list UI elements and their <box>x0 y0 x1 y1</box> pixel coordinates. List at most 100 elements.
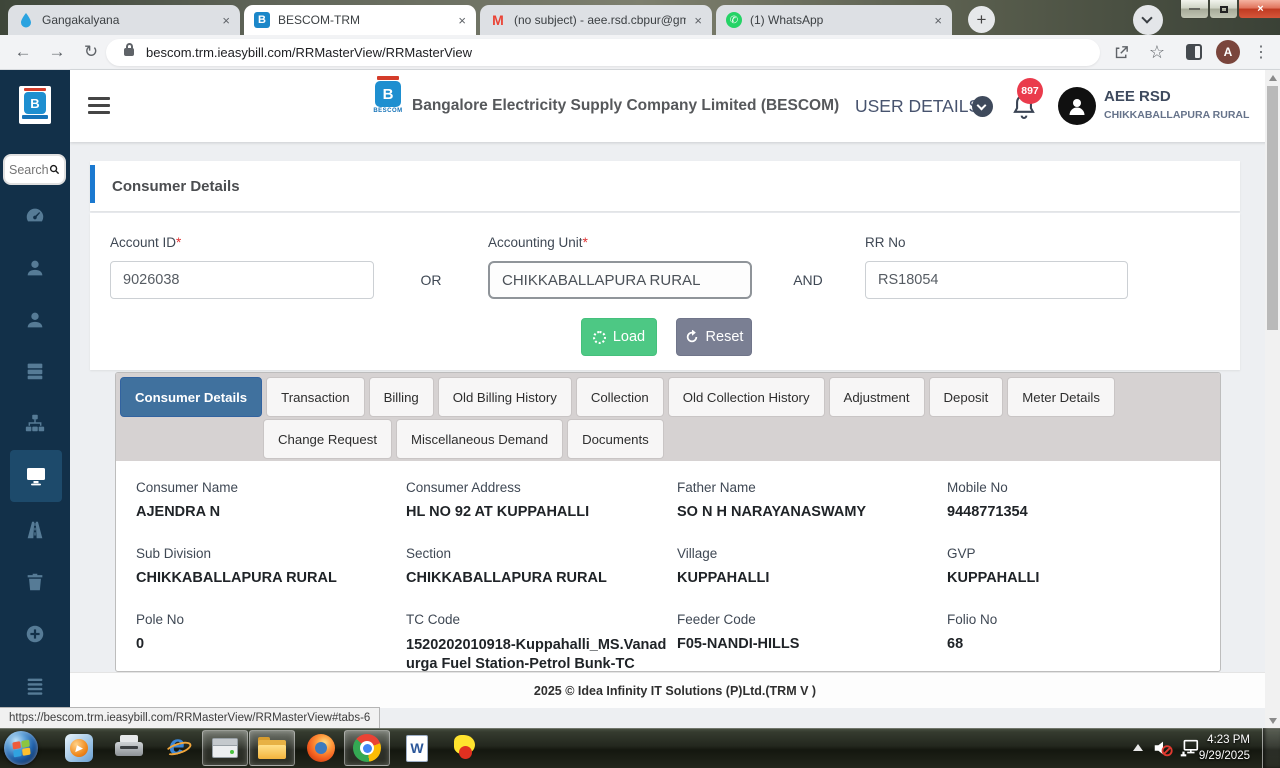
detail-sub-division: Sub Division CHIKKABALLAPURA RURAL <box>136 546 337 586</box>
required-mark: * <box>176 235 182 250</box>
taskbar-internet-explorer[interactable]: e <box>156 729 202 766</box>
taskbar-clock[interactable]: 4:23 PM 9/29/2025 <box>1188 732 1250 766</box>
accounting-unit-input[interactable] <box>488 261 752 299</box>
sidebar-item-list[interactable] <box>0 664 70 708</box>
bookmark-star-icon[interactable]: ☆ <box>1144 35 1170 69</box>
browser-menu-icon[interactable]: ⋮ <box>1248 35 1274 69</box>
volume-muted-icon[interactable] <box>1152 737 1174 759</box>
show-hidden-icons-button[interactable] <box>1133 744 1143 751</box>
back-icon[interactable]: ← <box>10 35 36 69</box>
load-button[interactable]: Load <box>581 318 657 356</box>
show-desktop-button[interactable] <box>1262 728 1280 768</box>
detail-father-name: Father Name SO N H NARAYANASWAMY <box>677 480 867 520</box>
sidebar-item-hierarchy[interactable] <box>0 401 70 445</box>
logo-letter: B <box>24 92 46 114</box>
scrollbar-down-arrow[interactable] <box>1265 713 1280 728</box>
tab-old-collection-history[interactable]: Old Collection History <box>667 377 825 417</box>
restore-icon <box>1219 5 1228 13</box>
side-panel-icon[interactable] <box>1186 44 1202 60</box>
taskbar-media-player[interactable]: ▶ <box>56 730 102 766</box>
url-text[interactable]: bescom.trm.ieasybill.com/RRMasterView/RR… <box>146 39 472 66</box>
page-scrollbar[interactable] <box>1265 70 1280 728</box>
accounting-unit-label: Accounting Unit* <box>488 235 588 250</box>
detail-gvp: GVP KUPPAHALLI <box>947 546 1040 586</box>
taskbar-scanner-app[interactable] <box>202 730 248 766</box>
scrollbar-thumb[interactable] <box>1267 86 1278 330</box>
browser-address-bar: ← → ↻ bescom.trm.ieasybill.com/RRMasterV… <box>0 35 1280 70</box>
clock-time: 4:23 PM <box>1207 734 1250 746</box>
sidebar-item-dashboard[interactable] <box>0 194 70 238</box>
word-icon: W <box>406 734 428 762</box>
new-tab-button[interactable]: + <box>968 6 995 33</box>
user-icon <box>27 260 43 276</box>
tab-transaction[interactable]: Transaction <box>266 377 365 417</box>
sidebar-item-server[interactable] <box>0 349 70 393</box>
tab-change-request[interactable]: Change Request <box>263 419 392 459</box>
sidebar-item-road[interactable] <box>0 508 70 552</box>
rr-no-input[interactable] <box>865 261 1128 299</box>
user-details-chevron-button[interactable] <box>972 96 993 117</box>
monitor-icon <box>27 468 45 486</box>
search-input[interactable] <box>9 162 49 177</box>
sidebar-item-delete[interactable] <box>0 560 70 604</box>
browser-profile-avatar[interactable]: A <box>1216 40 1240 64</box>
user-subtitle: CHIKKABALLAPURA RURAL <box>1104 109 1250 121</box>
tab-close-icon[interactable]: × <box>694 14 702 27</box>
sidebar-item-add[interactable] <box>0 612 70 656</box>
start-button[interactable] <box>4 731 38 765</box>
taskbar-nudi[interactable] <box>442 730 488 766</box>
account-id-input[interactable] <box>110 261 374 299</box>
tab-consumer-details[interactable]: Consumer Details <box>120 377 263 417</box>
lock-icon[interactable] <box>124 43 134 56</box>
browser-tab-gangakalyana[interactable]: Gangakalyana × <box>8 5 240 35</box>
tab-title: (1) WhatsApp <box>750 13 824 27</box>
url-omnibox[interactable]: bescom.trm.ieasybill.com/RRMasterView/RR… <box>106 39 1100 66</box>
sidebar-item-rr-master-active[interactable] <box>10 450 62 502</box>
detail-mobile-no: Mobile No 9448771354 <box>947 480 1028 520</box>
taskbar-fax-device[interactable] <box>106 730 152 766</box>
reset-button[interactable]: Reset <box>676 318 752 356</box>
scrollbar-up-arrow[interactable] <box>1265 70 1280 85</box>
account-id-label: Account ID* <box>110 235 182 250</box>
tab-search-chevron-button[interactable] <box>1133 5 1163 35</box>
tab-meter-details[interactable]: Meter Details <box>1007 377 1115 417</box>
user-details-dropdown-label[interactable]: USER DETAILS <box>855 70 980 142</box>
tab-documents[interactable]: Documents <box>567 419 664 459</box>
page-title-card: Consumer Details <box>90 161 1240 211</box>
window-restore-button[interactable] <box>1209 0 1238 19</box>
tab-close-icon[interactable]: × <box>458 14 466 27</box>
browser-tab-bescom-trm[interactable]: B BESCOM-TRM × <box>244 5 476 35</box>
search-icon <box>49 164 60 175</box>
sidebar-item-consumer[interactable] <box>0 246 70 290</box>
sidebar-search-box[interactable] <box>3 154 66 185</box>
sidebar-item-users[interactable] <box>0 298 70 342</box>
window-minimize-button[interactable]: — <box>1180 0 1209 19</box>
refresh-icon[interactable]: ↻ <box>78 35 104 69</box>
browser-tab-gmail[interactable]: M (no subject) - aee.rsd.cbpur@gm × <box>480 5 712 35</box>
hamburger-menu-icon[interactable] <box>88 97 110 114</box>
tab-old-billing-history[interactable]: Old Billing History <box>437 377 572 417</box>
tab-deposit[interactable]: Deposit <box>928 377 1004 417</box>
taskbar-word[interactable]: W <box>394 730 440 766</box>
tab-miscellaneous-demand[interactable]: Miscellaneous Demand <box>395 419 564 459</box>
rr-no-label: RR No <box>865 235 906 250</box>
detail-consumer-address: Consumer Address HL NO 92 AT KUPPAHALLI <box>406 480 590 520</box>
browser-tab-whatsapp[interactable]: ✆ (1) WhatsApp × <box>716 5 952 35</box>
tab-adjustment[interactable]: Adjustment <box>828 377 925 417</box>
taskbar-chrome[interactable] <box>344 730 390 766</box>
server-icon <box>27 363 43 380</box>
spinner-icon <box>592 330 606 344</box>
internet-explorer-icon: e <box>163 729 194 763</box>
forward-icon[interactable]: → <box>44 35 70 69</box>
detail-village: Village KUPPAHALLI <box>677 546 770 586</box>
window-close-button[interactable]: × <box>1238 0 1280 19</box>
taskbar-firefox[interactable] <box>298 730 344 766</box>
tab-close-icon[interactable]: × <box>934 14 942 27</box>
taskbar-file-explorer[interactable] <box>249 730 295 766</box>
user-avatar[interactable] <box>1058 87 1096 125</box>
tab-collection[interactable]: Collection <box>575 377 664 417</box>
share-icon[interactable] <box>1108 35 1134 69</box>
tab-billing[interactable]: Billing <box>368 377 434 417</box>
tab-title: (no subject) - aee.rsd.cbpur@gm <box>514 13 687 27</box>
tab-close-icon[interactable]: × <box>222 14 230 27</box>
